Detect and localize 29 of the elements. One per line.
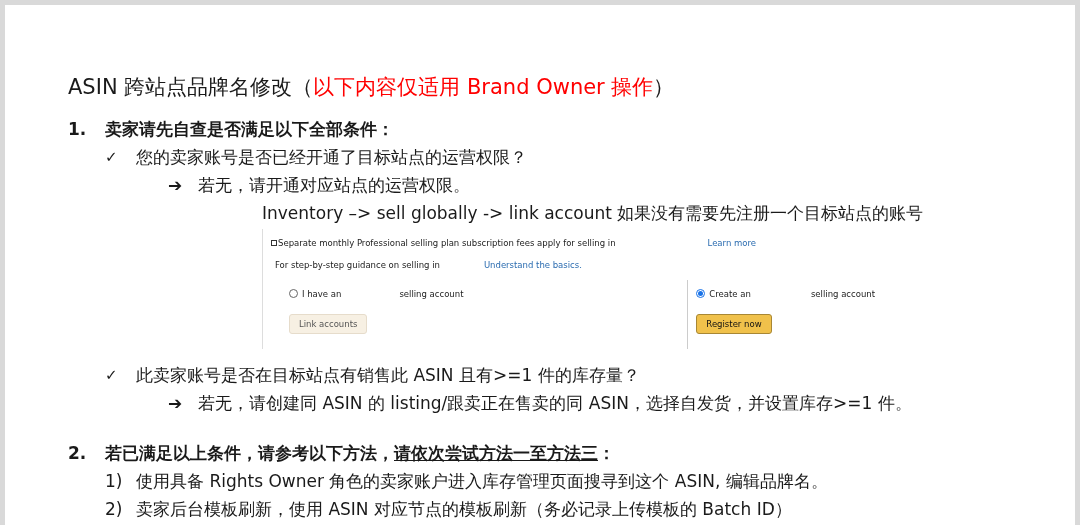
option-label: Create an bbox=[709, 287, 751, 301]
section-heading: 卖家请先自查是否满足以下全部条件： bbox=[105, 118, 394, 141]
section-heading: 若已满足以上条件，请参考以下方法，请依次尝试方法一至方法三： bbox=[105, 442, 615, 465]
list-text: 此卖家账号是否在目标站点有销售此 ASIN 且有>=1 件的库存量？ bbox=[136, 364, 640, 387]
list-number: 2) bbox=[105, 498, 124, 521]
arrow-mark: ➔ bbox=[168, 392, 184, 415]
guidance-text: For step-by-step guidance on selling in bbox=[275, 258, 440, 272]
list-text: 使用具备 Rights Owner 角色的卖家账户进入库存管理页面搜寻到这个 ASIN, 编辑品牌名。 bbox=[136, 470, 828, 493]
learn-more-link[interactable]: Learn more bbox=[707, 237, 757, 250]
list-number: 1. bbox=[68, 118, 88, 141]
option-label: selling account bbox=[399, 287, 464, 301]
list-text: Inventory –> sell globally -> link account 如果没有需要先注册一个目标站点的账号 bbox=[262, 202, 924, 225]
check-mark: ✓ bbox=[105, 365, 119, 386]
list-text: 若无，请创建同 ASIN 的 listing/跟卖正在售卖的同 ASIN，选择自发货，并设置库存>=1 件。 bbox=[198, 392, 912, 415]
arrow-mark: ➔ bbox=[168, 174, 184, 197]
understand-basics-link[interactable]: Understand the basics. bbox=[483, 258, 582, 272]
checkbox-icon bbox=[271, 240, 277, 247]
list-text: 卖家后台模板刷新，使用 ASIN 对应节点的模板刷新（务必记录上传模板的 Batch ID） bbox=[136, 498, 792, 521]
account-button[interactable]: Register now bbox=[696, 314, 772, 335]
option-label: I have an bbox=[302, 287, 342, 301]
slide-title: ASIN 跨站点品牌名修改（以下内容仅适用 Brand Owner 操作） bbox=[68, 74, 676, 101]
fee-note-text: Separate monthly Professional selling plan subscription fees apply for selling in bbox=[278, 237, 616, 250]
account-button[interactable]: Link accounts bbox=[289, 314, 368, 335]
list-text: 若无，请开通对应站点的运营权限。 bbox=[198, 174, 470, 197]
check-mark: ✓ bbox=[105, 147, 119, 168]
list-number: 1) bbox=[105, 470, 124, 493]
option-label: selling account bbox=[810, 287, 875, 301]
list-number: 2. bbox=[68, 442, 88, 465]
list-text: 您的卖家账号是否已经开通了目标站点的运营权限？ bbox=[136, 146, 527, 169]
